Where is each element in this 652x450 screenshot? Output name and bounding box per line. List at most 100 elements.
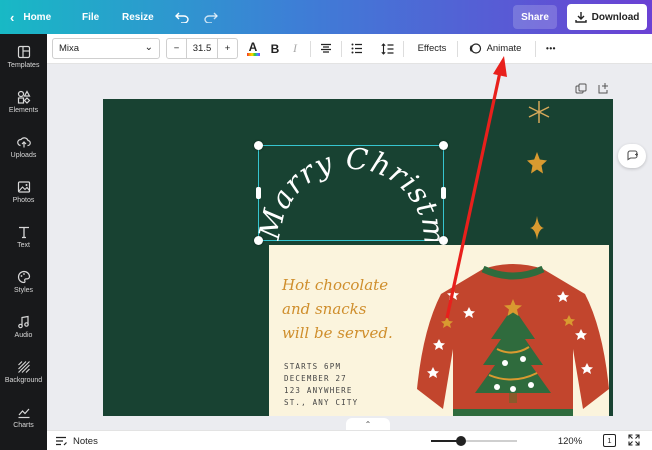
comment-button[interactable] (618, 144, 646, 168)
sidebar-item-charts[interactable]: Charts (0, 394, 47, 439)
collapse-notes-tab[interactable]: ⌃ (346, 418, 390, 430)
event-info: STARTS 6PM DECEMBER 27 123 ANYWHERE ST.,… (284, 361, 358, 409)
file-label: File (82, 11, 100, 23)
headline-text: Marry Christmas (258, 145, 444, 241)
comment-icon (626, 150, 638, 161)
sparkle-icon (530, 216, 544, 240)
resize-handle[interactable] (256, 187, 261, 199)
resize-handle[interactable] (439, 236, 448, 245)
zoom-level[interactable]: 120% (550, 434, 590, 448)
invitation-card[interactable]: Hot chocolate and snacks will be served.… (269, 245, 609, 416)
resize-handle[interactable] (254, 141, 263, 150)
snowflake-icon (528, 101, 550, 123)
music-icon (17, 315, 29, 328)
chevron-left-icon: ‹ (10, 9, 15, 25)
chevron-down-icon: ⌄ (144, 42, 153, 53)
palette-icon (17, 270, 30, 283)
download-label: Download (591, 11, 640, 23)
curved-headline: Marry Christmas (258, 145, 444, 241)
list-button[interactable] (349, 38, 365, 59)
animate-icon (469, 43, 481, 54)
toolbar-divider (341, 41, 342, 57)
more-options-button[interactable]: ••• (541, 38, 561, 59)
italic-button[interactable]: I (288, 38, 302, 59)
align-button[interactable] (318, 38, 334, 59)
zoom-slider[interactable] (431, 436, 517, 446)
notes-label: Notes (73, 435, 98, 447)
sidebar-item-label: Styles (13, 286, 34, 294)
sidebar-item-photos[interactable]: Photos (0, 169, 47, 214)
undo-icon (175, 12, 189, 23)
sidebar-item-label: Uploads (10, 151, 37, 159)
resize-handle[interactable] (254, 236, 263, 245)
add-page-icon (598, 83, 608, 94)
duplicate-page-button[interactable] (575, 82, 589, 96)
info-line: ST., ANY CITY (284, 398, 359, 407)
sidebar-item-label: Templates (7, 61, 40, 69)
font-select[interactable]: Mixa ⌄ (52, 38, 160, 59)
increase-size-button[interactable]: + (217, 39, 237, 58)
sidebar-item-uploads[interactable]: Uploads (0, 124, 47, 169)
align-center-icon (321, 43, 331, 53)
info-line: 123 ANYWHERE (284, 386, 353, 395)
file-menu[interactable]: File (82, 0, 99, 34)
sidebar-item-elements[interactable]: Elements (0, 79, 47, 124)
upload-icon (16, 136, 31, 147)
text-icon (18, 226, 29, 238)
background-icon (17, 360, 30, 373)
animate-button[interactable]: Animate (465, 38, 525, 59)
redo-button[interactable] (204, 0, 218, 34)
text-color-a-icon: A (248, 40, 258, 54)
font-size-input[interactable]: 31.5 (187, 39, 217, 58)
spacing-button[interactable] (379, 38, 395, 59)
card-title: Hot chocolate and snacks will be served. (282, 273, 393, 345)
effects-button[interactable]: Effects (413, 38, 451, 59)
font-name: Mixa (59, 43, 80, 54)
resize-handle[interactable] (439, 141, 448, 150)
text-color-button[interactable]: A (244, 38, 262, 59)
download-button[interactable]: Download (567, 4, 647, 30)
share-button[interactable]: Share (513, 5, 557, 29)
star-icon (527, 152, 547, 174)
decrease-size-button[interactable]: − (167, 39, 187, 58)
photo-icon (17, 180, 30, 193)
toolbar-divider (403, 41, 404, 57)
svg-text:Marry Christmas: Marry Christmas (258, 145, 444, 241)
text-selection-box[interactable]: Marry Christmas (254, 141, 448, 245)
toolbar-divider (310, 41, 311, 57)
notes-icon (56, 436, 67, 446)
sidebar-item-label: Elements (8, 106, 39, 114)
sidebar-item-label: Background (4, 376, 43, 384)
sidebar-item-templates[interactable]: Templates (0, 34, 47, 79)
resize-label: Resize (122, 11, 154, 23)
share-label: Share (521, 11, 549, 23)
sidebar-item-text[interactable]: Text (0, 214, 47, 259)
design-page[interactable]: Marry Christmas Hot chocolate and snacks… (103, 99, 613, 416)
chevron-up-icon: ⌃ (364, 419, 372, 429)
sidebar-item-label: Charts (13, 421, 34, 429)
fullscreen-icon (628, 434, 640, 446)
download-icon (574, 12, 587, 23)
page-count-button[interactable]: 1 (603, 434, 616, 447)
sidebar-item-background[interactable]: Background (0, 349, 47, 394)
bold-button[interactable]: B (267, 38, 283, 59)
add-page-button[interactable] (598, 81, 612, 95)
sidebar-item-audio[interactable]: Audio (0, 304, 47, 349)
bottom-bar: Notes 120% 1 (47, 430, 652, 450)
resize-button[interactable]: Resize (122, 0, 154, 34)
zoom-slider-thumb[interactable] (456, 436, 467, 446)
notes-button[interactable]: Notes (55, 434, 98, 448)
undo-button[interactable] (175, 0, 189, 34)
fullscreen-button[interactable] (628, 434, 642, 448)
bullet-list-icon (351, 43, 362, 54)
card-line: Hot chocolate (282, 276, 389, 294)
text-toolbar: Mixa ⌄ − 31.5 + A B I Effects Animate ••… (47, 34, 652, 64)
toolbar-divider (457, 41, 458, 57)
resize-handle[interactable] (441, 187, 446, 199)
sidebar-item-styles[interactable]: Styles (0, 259, 47, 304)
duplicate-icon (575, 83, 587, 94)
templates-icon (17, 45, 30, 58)
sweater-illustration (417, 264, 609, 416)
home-label: Home (23, 11, 52, 23)
home-button[interactable]: ‹ Home (10, 0, 51, 34)
